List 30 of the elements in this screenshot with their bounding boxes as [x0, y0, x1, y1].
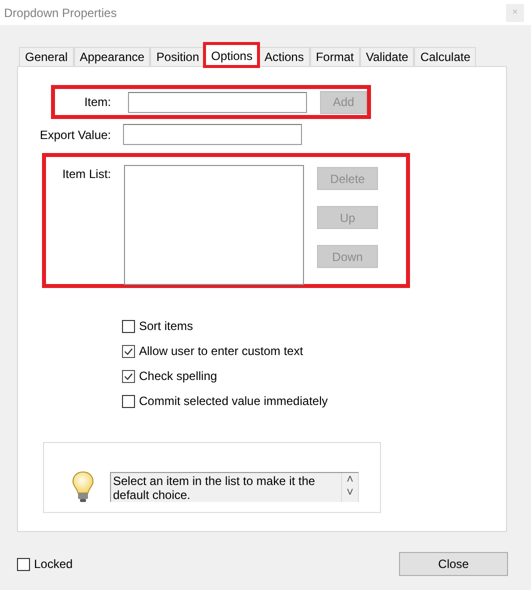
hint-text: Select an item in the list to make it the default choice. [112, 473, 316, 502]
checkbox[interactable] [122, 370, 135, 382]
scroll-down-arrow[interactable]: ˅ [346, 486, 354, 499]
item-list-label: Item List: [61, 167, 111, 181]
tab[interactable]: Options [205, 44, 258, 66]
checkbox-label: Locked [34, 557, 73, 571]
checkbox-label: Check spelling [139, 369, 218, 383]
checkbox[interactable] [17, 558, 30, 570]
item-field[interactable] [128, 92, 307, 112]
tab[interactable]: Validate [360, 47, 414, 66]
window-title: Dropdown Properties [4, 6, 117, 20]
checkbox-label: Sort items [139, 319, 194, 333]
checkbox[interactable] [122, 394, 135, 408]
export-value-field[interactable] [123, 124, 302, 145]
tab[interactable]: Appearance [74, 47, 150, 66]
tab[interactable]: Position [150, 47, 206, 66]
item-list[interactable] [124, 165, 304, 285]
export-value-label: Export Value: [38, 128, 111, 142]
checkbox[interactable] [122, 344, 135, 358]
tab[interactable]: General [19, 47, 74, 66]
close-button[interactable]: Close [399, 552, 508, 576]
checkbox[interactable] [122, 320, 135, 332]
checkbox-label: Allow user to enter custom text [139, 344, 304, 358]
item-label: Item: [83, 95, 111, 109]
light-bulb-icon [72, 471, 94, 503]
checkbox-label: Commit selected value immediately [139, 394, 328, 408]
scroll-up-arrow[interactable]: ˄ [346, 473, 354, 486]
tab[interactable]: Actions [258, 47, 310, 66]
tab[interactable]: Format [310, 47, 360, 66]
tab[interactable]: Calculate [414, 47, 476, 66]
